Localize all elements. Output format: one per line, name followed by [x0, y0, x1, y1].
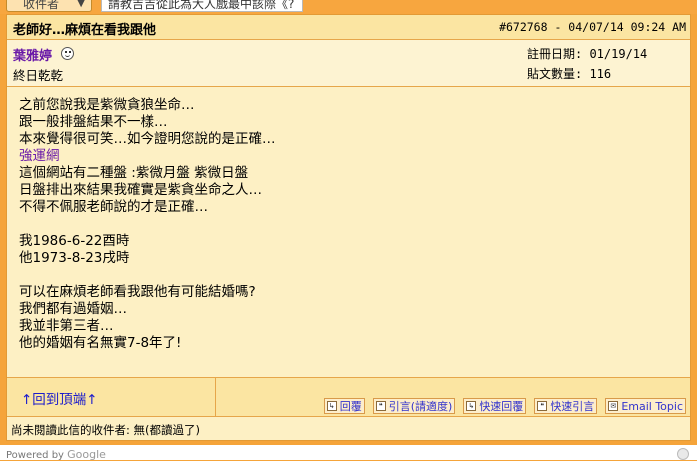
post-card: 老師好…麻煩在看我跟他 #672768 - 04/07/14 09:24 AM …	[6, 14, 691, 441]
body-line: 之前您說我是紫微貪狼坐命…	[19, 97, 195, 113]
body-line: 跟一般排盤結果不一樣…	[19, 114, 168, 130]
post-actions: ↳ 回覆 ❝ 引言(請適度) ↳ 快速回覆 ❝ 快速引言 ✉ Email Topic	[323, 398, 686, 414]
back-to-top-cell: ↑回到頂端↑	[7, 378, 216, 416]
unread-note: 尚未閱讀此信的收件者: 無(都讀過了)	[11, 423, 201, 437]
post-body: 之前您說我是紫微貪狼坐命… 跟一般排盤結果不一樣… 本來覺得很可笑…如今證明您說的是…	[7, 87, 690, 378]
post-meta[interactable]: #672768 - 04/07/14 09:24 AM	[499, 20, 686, 34]
action-button[interactable]: ❝ 引言(請適度)	[372, 398, 456, 414]
action-button[interactable]: ❝ 快速引言	[534, 398, 598, 414]
back-to-top-link[interactable]: ↑回到頂端↑	[21, 388, 98, 408]
body-line: 這個網站有二種盤 :紫微月盤 紫微日盤	[19, 165, 249, 181]
body-line	[19, 216, 276, 233]
body-line: 可以在麻煩老師看我跟他有可能結婚嗎?	[19, 284, 256, 300]
google-bar: Powered by Google	[0, 445, 697, 461]
circle-icon[interactable]	[677, 448, 689, 460]
author-name[interactable]: 葉雅婷	[13, 45, 52, 64]
powered-by: Powered by Google	[6, 448, 106, 461]
author-info: 葉雅婷 終日乾乾 註冊日期: 01/19/14 貼文數量: 116	[7, 40, 690, 87]
reply-icon: ↳	[326, 401, 337, 411]
post-title: 老師好…麻煩在看我跟他	[13, 23, 157, 38]
body-line: 我1986-6-22酉時	[19, 233, 130, 249]
post-body-lines: 之前您說我是紫微貪狼坐命… 跟一般排盤結果不一樣… 本來覺得很可笑…如今證明您說的是…	[19, 97, 276, 352]
action-label: Email Topic	[621, 399, 683, 413]
quick-reply-icon: ↳	[466, 401, 477, 411]
action-label: 引言(請適度)	[388, 400, 453, 413]
body-line: 不得不佩服老師說的才是正確…	[19, 199, 208, 215]
action-label: 回覆	[339, 400, 362, 413]
body-line	[19, 267, 276, 284]
subject-input-value: 請教吉吉從此為大人戲最中該際《?	[108, 0, 295, 11]
subject-input[interactable]: 請教吉吉從此為大人戲最中該際《?	[101, 0, 303, 12]
quick-quote-icon: ❝	[537, 401, 548, 411]
recipient-select-value: 收件者	[23, 0, 60, 11]
author-status: 終日乾乾	[13, 68, 64, 83]
smile-icon	[61, 47, 74, 60]
body-line: 我並非第三者…	[19, 318, 114, 334]
post-count: 貼文數量: 116	[527, 67, 612, 81]
email-icon: ✉	[608, 401, 619, 411]
body-line: 他1973-8-23戌時	[19, 250, 130, 266]
chevron-down-icon: ▼	[77, 0, 85, 9]
action-button[interactable]: ↳ 快速回覆	[463, 398, 527, 414]
body-line: 強運網	[19, 148, 276, 165]
powered-by-label: Powered by	[6, 450, 64, 461]
body-line: 他的婚姻有名無實7-8年了!	[19, 335, 182, 351]
quote-icon: ❝	[375, 401, 386, 411]
register-date: 註冊日期: 01/19/14	[527, 47, 648, 61]
top-strip: 收件者 ▼ 請教吉吉從此為大人戲最中該際《?	[0, 0, 697, 14]
action-button[interactable]: ↳ 回覆	[323, 398, 365, 414]
action-label: 快速回覆	[479, 400, 524, 413]
action-button[interactable]: ✉ Email Topic	[605, 398, 686, 414]
body-line: 我們都有過婚姻…	[19, 301, 127, 317]
body-line: 日盤排出來結果我確實是紫貪坐命之人…	[19, 182, 262, 198]
author-stats: 註冊日期: 01/19/14 貼文數量: 116	[527, 44, 647, 84]
body-link[interactable]: 強運網	[19, 148, 60, 164]
body-line: 本來覺得很可笑…如今證明您說的是正確…	[19, 131, 276, 147]
post-title-bar: 老師好…麻煩在看我跟他 #672768 - 04/07/14 09:24 AM	[7, 15, 690, 40]
google-logo: Google	[67, 448, 106, 461]
post-footer: ↑回到頂端↑ ↳ 回覆 ❝ 引言(請適度) ↳ 快速回覆 ❝ 快速引言 ✉ Email Topic	[7, 378, 690, 417]
action-label: 快速引言	[550, 400, 595, 413]
recipient-select[interactable]: 收件者 ▼	[6, 0, 92, 12]
